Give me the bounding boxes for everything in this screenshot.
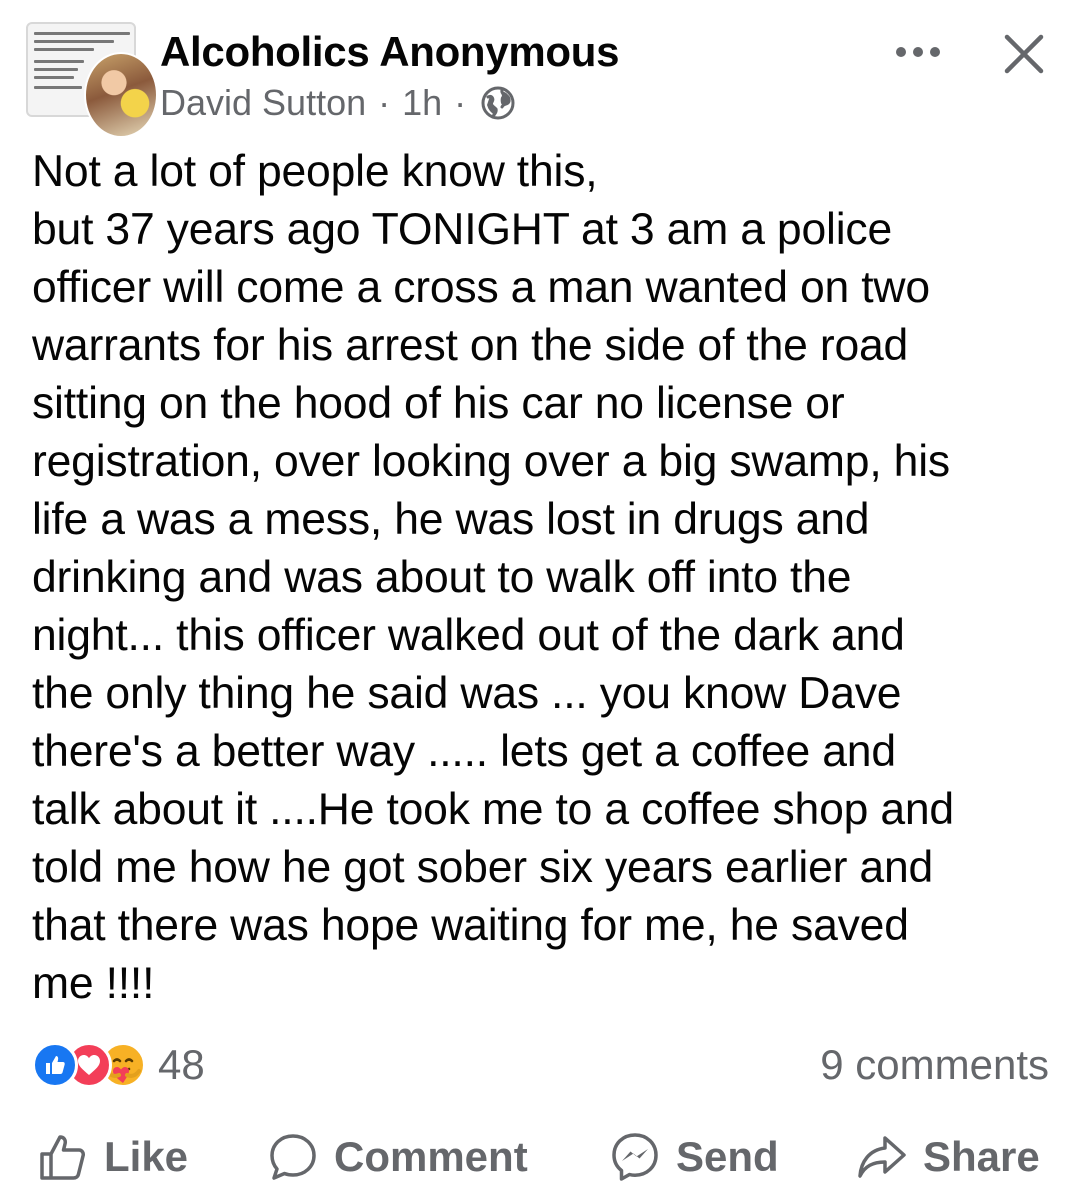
avatar-doc-line — [34, 86, 82, 89]
post-time[interactable]: 1h — [402, 82, 442, 124]
comment-button[interactable]: Comment — [266, 1125, 528, 1189]
close-icon — [1004, 34, 1044, 74]
avatar-doc-line — [34, 68, 78, 71]
post-text-line: that there was hope waiting for me, he s… — [32, 901, 909, 950]
close-button[interactable] — [998, 28, 1050, 80]
group-name[interactable]: Alcoholics Anonymous — [160, 28, 619, 76]
post-text-line: Not a lot of people know this, — [32, 147, 598, 196]
post-text-line: night... this officer walked out of the … — [32, 611, 905, 660]
post-header: Alcoholics Anonymous David Sutton · 1h · — [0, 0, 1081, 140]
messenger-icon — [612, 1133, 658, 1181]
avatar-doc-line — [34, 60, 84, 63]
send-label: Send — [676, 1133, 779, 1180]
post-meta: David Sutton · 1h · — [160, 82, 516, 124]
post-actions-bar: Like Comment Send Share — [0, 1125, 1081, 1189]
author-avatar[interactable] — [84, 52, 158, 138]
globe-icon — [480, 85, 516, 121]
post-text-line: but 37 years ago TONIGHT at 3 am a polic… — [32, 205, 893, 254]
comment-label: Comment — [334, 1133, 528, 1180]
comment-icon — [270, 1134, 316, 1180]
group-avatar[interactable] — [26, 22, 158, 138]
reactions-summary[interactable]: 48 — [32, 1040, 205, 1090]
post-text-line: life a was a mess, he was lost in drugs … — [32, 495, 870, 544]
meta-separator: · — [378, 82, 391, 123]
avatar-doc-line — [34, 76, 74, 79]
more-options-button[interactable] — [890, 30, 946, 74]
author-name[interactable]: David Sutton — [160, 82, 366, 124]
post-text-line: told me how he got sober six years earli… — [32, 843, 934, 892]
send-button[interactable]: Send — [608, 1125, 779, 1189]
share-label: Share — [923, 1133, 1040, 1180]
meta-separator: · — [454, 82, 467, 123]
post-text-line: warrants for his arrest on the side of t… — [32, 321, 909, 370]
post-text-line: the only thing he said was ... you know … — [32, 669, 902, 718]
comments-count[interactable]: 9 comments — [820, 1040, 1049, 1090]
share-icon — [858, 1136, 906, 1178]
avatar-doc-line — [34, 48, 94, 51]
post-text-line: drinking and was about to walk off into … — [32, 553, 852, 602]
avatar-doc-line — [34, 32, 130, 35]
like-label: Like — [104, 1133, 189, 1180]
post-text-line: me !!!! — [32, 959, 155, 1008]
post-text-line: registration, over looking over a big sw… — [32, 437, 950, 486]
like-button[interactable]: Like — [36, 1125, 188, 1189]
post-text-line: there's a better way ..... lets get a co… — [32, 727, 896, 776]
avatar-doc-line — [34, 40, 114, 43]
post-text-line: officer will come a cross a man wanted o… — [32, 263, 930, 312]
share-button[interactable]: Share — [855, 1125, 1040, 1189]
more-horizontal-icon — [896, 47, 940, 57]
post-body: Not a lot of people know this, but 37 ye… — [32, 143, 1062, 1013]
like-reaction-icon — [32, 1042, 78, 1088]
post-text-line: sitting on the hood of his car no licens… — [32, 379, 845, 428]
post-text-line: talk about it ....He took me to a coffee… — [32, 785, 954, 834]
reaction-count[interactable]: 48 — [158, 1041, 205, 1089]
thumbs-up-icon — [40, 1135, 85, 1180]
